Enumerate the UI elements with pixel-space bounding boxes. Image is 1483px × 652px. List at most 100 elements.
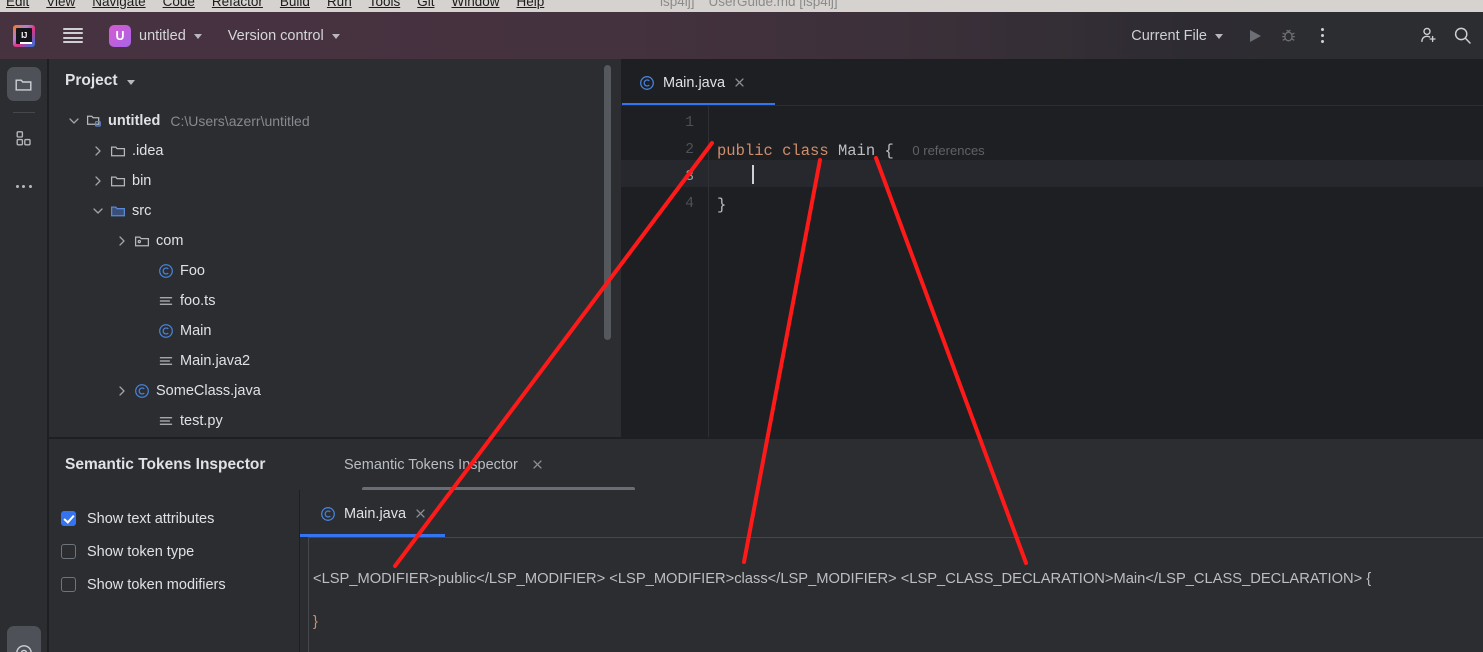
run-play-icon[interactable]: [1237, 19, 1271, 53]
java-class-icon: [158, 324, 173, 338]
editor-gutter[interactable]: 1 2 3 4: [621, 106, 709, 437]
tree-node-icon: [131, 383, 152, 399]
tree-node[interactable]: .idea: [49, 136, 621, 166]
sidebar-item-project[interactable]: [6, 67, 41, 101]
more-horizontal-icon: [15, 184, 32, 188]
tree-node[interactable]: untitled C:\Users\azerr\untitled: [49, 106, 621, 136]
inspector-option-row[interactable]: Show token type: [61, 535, 299, 568]
inspector-option-row[interactable]: Show text attributes: [61, 502, 299, 535]
checkbox[interactable]: [61, 511, 76, 526]
os-menu-item[interactable]: Run: [327, 0, 352, 9]
chevron-right-icon[interactable]: [113, 234, 131, 248]
chevron-down-icon[interactable]: [65, 114, 83, 128]
tree-node-label: foo.ts: [180, 293, 216, 309]
bottom-window-tab-label: Semantic Tokens Inspector: [344, 456, 518, 473]
version-control-widget[interactable]: Version control: [228, 28, 340, 44]
sidebar-more-icon[interactable]: [7, 169, 41, 203]
tree-node[interactable]: com: [49, 226, 621, 256]
inspector-tab-main-java[interactable]: Main.java: [310, 490, 435, 537]
search-icon[interactable]: [1445, 19, 1479, 53]
inspector-tab-label: Main.java: [344, 505, 407, 522]
checkbox[interactable]: [61, 544, 76, 559]
lsp-token-preview[interactable]: <LSP_MODIFIER>public</LSP_MODIFIER> <LSP…: [308, 537, 1483, 652]
ide-window: Edit View Navigate Code Refactor Build Run Tool…: [0, 0, 1483, 652]
toolbar-right-group: Current File: [1131, 12, 1483, 59]
bottom-window-tab[interactable]: Semantic Tokens Inspector: [336, 439, 552, 490]
tree-node[interactable]: Foo: [49, 256, 621, 286]
line-number: 1: [685, 115, 694, 131]
tree-node-label: test.py: [180, 413, 223, 429]
editor-tab-label: Main.java: [663, 74, 726, 91]
folder-icon: [15, 79, 32, 91]
line-number: 2: [685, 142, 694, 158]
chevron-down-icon: [331, 34, 340, 39]
os-menu-item[interactable]: Edit: [6, 0, 29, 9]
os-menu-item[interactable]: Window: [451, 0, 499, 9]
text-file-icon: [159, 357, 172, 365]
project-widget[interactable]: U untitled: [109, 24, 202, 47]
tree-node-label: bin: [132, 173, 152, 189]
os-menu-item[interactable]: Build: [280, 0, 310, 9]
hamburger-menu-icon[interactable]: [63, 27, 83, 44]
add-user-icon[interactable]: [1411, 19, 1445, 53]
tree-node-icon: [83, 113, 104, 129]
tree-node-label: .idea: [132, 143, 164, 159]
tree-node[interactable]: src: [49, 196, 621, 226]
inspector-option-row[interactable]: Show token modifiers: [61, 568, 299, 601]
tree-node-label: untitled: [108, 113, 161, 129]
checkbox[interactable]: [61, 577, 76, 592]
project-tree[interactable]: untitled C:\Users\azerr\untitled .idea bin s…: [49, 103, 621, 436]
tree-node-icon: [131, 233, 152, 249]
run-configuration-selector[interactable]: Current File: [1131, 28, 1223, 44]
text-file-icon: [159, 417, 172, 425]
os-menu-item[interactable]: View: [46, 0, 75, 9]
source-folder-icon: [110, 206, 125, 217]
code-editor[interactable]: 1 2 3 4 public class Main { 0 references…: [621, 106, 1483, 437]
code-class-name: Main: [837, 142, 876, 160]
code-line-2: public class Main { 0 references: [717, 142, 985, 160]
project-tree-scrollbar[interactable]: [604, 65, 611, 340]
tree-node[interactable]: test.py: [49, 406, 621, 436]
project-name-label: untitled: [139, 27, 186, 44]
line-number-current: 3: [685, 169, 694, 185]
debug-bug-icon[interactable]: [1271, 19, 1305, 53]
os-menu-item[interactable]: Help: [517, 0, 545, 9]
tree-node-label: Main: [180, 323, 212, 339]
chevron-right-icon[interactable]: [89, 144, 107, 158]
chevron-right-icon[interactable]: [113, 384, 131, 398]
tree-node[interactable]: foo.ts: [49, 286, 621, 316]
run-configuration-label: Current File: [1131, 27, 1207, 44]
more-vertical-icon[interactable]: [1305, 19, 1339, 53]
close-icon[interactable]: [733, 76, 746, 89]
chevron-right-icon[interactable]: [89, 174, 107, 188]
project-tool-window: Project untitled C:\Users\azerr\untitled.…: [49, 59, 621, 437]
os-menu-bar[interactable]: Edit View Navigate Code Refactor Build Run Tool…: [0, 0, 1483, 12]
intellij-idea-logo-icon: IJ: [13, 24, 35, 47]
tree-node[interactable]: bin: [49, 166, 621, 196]
tree-node[interactable]: Main: [49, 316, 621, 346]
os-menu-item[interactable]: Code: [163, 0, 195, 9]
code-brace-open: {: [884, 142, 894, 160]
code-line-4: }: [717, 196, 726, 214]
code-brace-close: }: [717, 196, 727, 214]
tree-node[interactable]: SomeClass.java: [49, 376, 621, 406]
chevron-down-icon[interactable]: [126, 79, 135, 85]
structure-icon: [16, 130, 31, 145]
close-icon[interactable]: [531, 458, 544, 471]
tree-node[interactable]: Main.java2: [49, 346, 621, 376]
chevron-down-icon[interactable]: [89, 204, 107, 218]
os-menu-item[interactable]: Git: [417, 0, 434, 9]
settings-gear-icon[interactable]: [7, 626, 41, 652]
inlay-hint-references[interactable]: 0 references: [912, 143, 984, 158]
os-menu-item[interactable]: Navigate: [92, 0, 145, 9]
project-panel-header[interactable]: Project: [49, 59, 621, 103]
semantic-tokens-inspector-window: Semantic Tokens Inspector Semantic Token…: [49, 438, 1483, 652]
editor-tab-main-java[interactable]: Main.java: [627, 59, 756, 106]
close-icon[interactable]: [414, 507, 427, 520]
editor-tab-bar: Main.java: [621, 59, 1483, 106]
project-panel-title: Project: [65, 72, 118, 89]
left-tool-stripe: [0, 59, 48, 652]
sidebar-item-structure[interactable]: [7, 121, 41, 155]
os-menu-item[interactable]: Tools: [369, 0, 401, 9]
os-menu-item[interactable]: Refactor: [212, 0, 263, 9]
